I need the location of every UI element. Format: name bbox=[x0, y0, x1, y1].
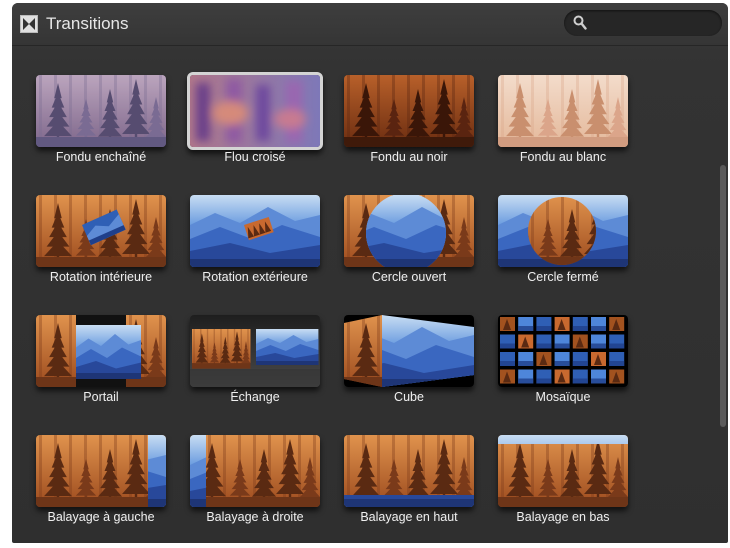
transition-thumbnail bbox=[344, 435, 474, 507]
search-icon bbox=[573, 15, 587, 36]
transition-thumbnail bbox=[36, 315, 166, 387]
transition-crossfade[interactable]: Fondu enchaîné bbox=[28, 71, 174, 189]
transition-label: Mosaïque bbox=[535, 390, 591, 404]
transition-thumbnail bbox=[190, 435, 320, 507]
transition-label: Balayage en bas bbox=[516, 510, 610, 524]
transition-label: Balayage à droite bbox=[206, 510, 304, 524]
transition-cube[interactable]: Cube bbox=[336, 311, 482, 429]
transition-label: Fondu au blanc bbox=[519, 150, 607, 164]
transition-label: Flou croisé bbox=[224, 150, 286, 164]
transition-thumbnail bbox=[344, 75, 474, 147]
transition-fade-black[interactable]: Fondu au noir bbox=[336, 71, 482, 189]
transition-label: Balayage à gauche bbox=[47, 510, 155, 524]
transition-fade-white[interactable]: Fondu au blanc bbox=[490, 71, 636, 189]
transition-thumbnail bbox=[498, 315, 628, 387]
transition-wipe-down[interactable]: Balayage en bas bbox=[490, 431, 636, 543]
transition-label: Cube bbox=[394, 390, 424, 404]
transition-label: Cercle fermé bbox=[527, 270, 599, 284]
transition-thumbnail bbox=[498, 435, 628, 507]
transition-thumbnail bbox=[36, 435, 166, 507]
transition-label: Balayage en haut bbox=[360, 510, 458, 524]
transitions-icon bbox=[20, 15, 38, 38]
transition-label: Rotation intérieure bbox=[49, 270, 153, 284]
transition-label: Échange bbox=[230, 390, 280, 404]
transition-thumbnail bbox=[498, 195, 628, 267]
vertical-scrollbar[interactable] bbox=[720, 165, 726, 427]
transition-thumbnail bbox=[190, 315, 320, 387]
search-input[interactable] bbox=[592, 14, 714, 34]
transition-circle-close[interactable]: Cercle fermé bbox=[490, 191, 636, 309]
transition-thumbnail bbox=[344, 195, 474, 267]
transition-thumbnail bbox=[498, 75, 628, 147]
transition-mosaic[interactable]: Mosaïque bbox=[490, 311, 636, 429]
transition-label: Fondu au noir bbox=[370, 150, 448, 164]
transitions-browser: Transitions Fondu enchaîné Flou croisé F… bbox=[12, 3, 728, 543]
transition-thumbnail bbox=[344, 315, 474, 387]
transition-spin-out[interactable]: Rotation extérieure bbox=[182, 191, 328, 309]
transition-spin-in[interactable]: Rotation intérieure bbox=[28, 191, 174, 309]
transition-thumbnail bbox=[187, 72, 323, 150]
transition-swap[interactable]: Échange bbox=[182, 311, 328, 429]
transition-wipe-left[interactable]: Balayage à gauche bbox=[28, 431, 174, 543]
transition-circle-open[interactable]: Cercle ouvert bbox=[336, 191, 482, 309]
transition-label: Rotation extérieure bbox=[202, 270, 308, 284]
transition-blur[interactable]: Flou croisé bbox=[182, 71, 328, 189]
search-field[interactable] bbox=[564, 10, 722, 36]
transition-wipe-up[interactable]: Balayage en haut bbox=[336, 431, 482, 543]
transition-label: Portail bbox=[83, 390, 119, 404]
transition-doorway[interactable]: Portail bbox=[28, 311, 174, 429]
transition-thumbnail bbox=[36, 75, 166, 147]
transition-label: Cercle ouvert bbox=[371, 270, 447, 284]
transition-thumbnail bbox=[36, 195, 166, 267]
panel-title: Transitions bbox=[46, 14, 129, 33]
transition-thumbnail bbox=[190, 195, 320, 267]
transition-wipe-right[interactable]: Balayage à droite bbox=[182, 431, 328, 543]
transition-label: Fondu enchaîné bbox=[55, 150, 147, 164]
browser-header: Transitions bbox=[12, 3, 728, 46]
